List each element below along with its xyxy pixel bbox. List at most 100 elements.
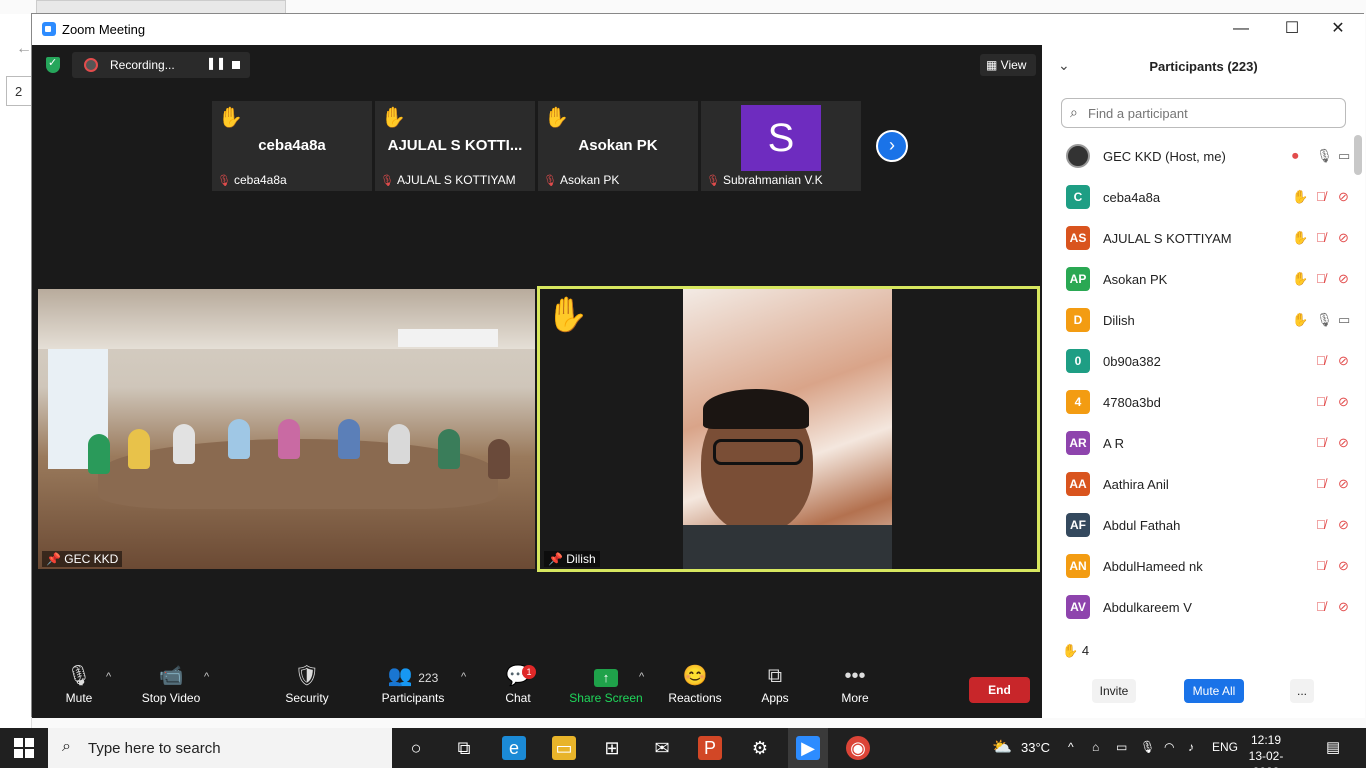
mail-icon[interactable]: ✉	[650, 736, 674, 760]
participant-row[interactable]: 4 4780a3bd 🎙̸ ⊘	[1042, 382, 1354, 423]
chrome-icon[interactable]: ◉	[846, 736, 870, 760]
microphone-muted-icon[interactable]: 🎙̸	[1316, 476, 1326, 491]
edge-icon[interactable]: e	[502, 736, 526, 760]
cortana-icon[interactable]: ○	[404, 736, 428, 760]
back-arrow-icon[interactable]: ←	[16, 40, 32, 58]
maximize-button[interactable]: ☐	[1269, 18, 1315, 40]
participant-row[interactable]: D Dilish ✋ 🎙 ▭	[1042, 300, 1354, 341]
share-options-caret-icon[interactable]: ^	[639, 671, 644, 683]
participant-row[interactable]: AS AJULAL S KOTTIYAM ✋ 🎙̸ ⊘	[1042, 218, 1354, 259]
volume-icon[interactable]: ♪	[1188, 740, 1194, 754]
next-page-button[interactable]: ›	[876, 130, 908, 162]
participant-row[interactable]: Cceba4a8a ✋ 🎙̸ ⊘	[1042, 177, 1354, 218]
camera-off-icon[interactable]: ⊘	[1338, 189, 1349, 205]
page-number-field[interactable]: 2	[6, 76, 32, 106]
system-clock[interactable]: 12:19 13-02-2022	[1236, 732, 1296, 768]
pause-recording-button[interactable]: ❚❚	[206, 56, 226, 70]
microphone-icon[interactable]: 🎙	[1316, 148, 1333, 164]
camera-off-icon[interactable]: ⊘	[1338, 476, 1349, 492]
close-button[interactable]: ✕	[1315, 18, 1361, 40]
participant-row[interactable]: 0 0b90a382 🎙̸ ⊘	[1042, 341, 1354, 382]
windows-start-button[interactable]	[14, 738, 34, 758]
encryption-shield-icon[interactable]	[46, 56, 60, 73]
camera-off-icon[interactable]: ⊘	[1338, 353, 1349, 369]
microphone-muted-icon[interactable]: 🎙̸	[1316, 517, 1326, 532]
video-tile-gec-kkd[interactable]: 📌 GEC KKD	[38, 289, 535, 569]
participant-avatar: AP	[1066, 267, 1090, 291]
thumbnail-tile[interactable]: ✋ AJULAL S KOTTI... 🎙 AJULAL S KOTTIYAM	[375, 101, 535, 191]
weather-icon[interactable]: ⛅	[992, 737, 1012, 757]
camera-off-icon[interactable]: ⊘	[1338, 230, 1349, 246]
more-button[interactable]: ••• More	[838, 661, 872, 718]
thumbnail-tile[interactable]: ✋ ceba4a8a 🎙 ceba4a8a	[212, 101, 372, 191]
participant-row[interactable]: AN AbdulHameed nk 🎙̸ ⊘	[1042, 546, 1354, 587]
mute-all-button[interactable]: Mute All	[1184, 679, 1244, 703]
microphone-muted-icon[interactable]: 🎙̸	[1316, 394, 1326, 409]
weather-temperature[interactable]: 33°C	[1021, 740, 1050, 755]
stop-recording-button[interactable]	[232, 61, 240, 69]
apps-button[interactable]: ⧉ Apps	[756, 661, 794, 718]
microphone-muted-icon[interactable]: 🎙̸	[1316, 353, 1326, 368]
microsoft-store-icon[interactable]: ⊞	[600, 736, 624, 760]
camera-off-icon[interactable]: ⊘	[1338, 394, 1349, 410]
reactions-button[interactable]: 😊 Reactions	[666, 661, 724, 718]
more-options-button[interactable]: ...	[1290, 679, 1314, 703]
powerpoint-icon[interactable]: P	[698, 736, 722, 760]
camera-off-icon[interactable]: ⊘	[1338, 558, 1349, 574]
minimize-button[interactable]: —	[1218, 18, 1264, 40]
background-tab[interactable]	[36, 0, 286, 14]
participant-status-icons: 🎙̸ ⊘	[1274, 476, 1354, 494]
participants-button[interactable]: 👥 223 Participants	[378, 661, 448, 718]
thumbnail-tile[interactable]: S 🎙 Subrahmanian V.K	[701, 101, 861, 191]
camera-icon[interactable]: ▭	[1338, 312, 1350, 328]
notifications-icon[interactable]: ▤	[1326, 738, 1340, 756]
participant-row[interactable]: AA Aathira Anil 🎙̸ ⊘	[1042, 464, 1354, 505]
task-view-icon[interactable]: ⧉	[452, 736, 476, 760]
microphone-muted-icon[interactable]: 🎙̸	[1316, 271, 1326, 286]
participant-row[interactable]: AV Abdulkareem V 🎙̸ ⊘	[1042, 587, 1354, 628]
zoom-taskbar-icon[interactable]: ▶	[796, 736, 820, 760]
invite-button[interactable]: Invite	[1092, 679, 1136, 703]
stop-video-button[interactable]: 📹 Stop Video	[138, 661, 204, 718]
thumbnail-tile[interactable]: ✋ Asokan PK 🎙 Asokan PK	[538, 101, 698, 191]
file-explorer-icon[interactable]: ▭	[552, 736, 576, 760]
participant-row[interactable]: AP Asokan PK ✋ 🎙̸ ⊘	[1042, 259, 1354, 300]
end-meeting-button[interactable]: End	[969, 677, 1030, 703]
battery-icon[interactable]: ▭	[1116, 740, 1127, 754]
participant-status-icons: 🎙̸ ⊘	[1274, 435, 1354, 453]
microphone-muted-icon[interactable]: 🎙̸	[1316, 230, 1326, 245]
microphone-tray-icon[interactable]: 🎙	[1140, 740, 1155, 754]
microphone-muted-icon[interactable]: 🎙̸	[1316, 599, 1326, 614]
show-hidden-icons-chevron-icon[interactable]: ^	[1068, 740, 1074, 754]
input-language[interactable]: ENG	[1212, 740, 1238, 754]
chat-button[interactable]: 💬 1 Chat	[500, 661, 536, 718]
settings-gear-icon[interactable]: ⚙	[748, 736, 772, 760]
camera-off-icon[interactable]: ⊘	[1338, 517, 1349, 533]
security-button[interactable]: 🛡 Security	[281, 661, 333, 718]
microphone-muted-icon[interactable]: 🎙̸	[1316, 435, 1326, 450]
mute-button[interactable]: 🎙 Mute	[54, 661, 104, 718]
camera-off-icon[interactable]: ⊘	[1338, 435, 1349, 451]
taskbar-search-box[interactable]: ⌕ Type here to search	[48, 728, 392, 768]
participants-caret-icon[interactable]: ^	[461, 671, 466, 683]
network-icon[interactable]: ⌂	[1092, 740, 1099, 754]
participant-row[interactable]: AF Abdul Fathah 🎙̸ ⊘	[1042, 505, 1354, 546]
camera-icon[interactable]: ▭	[1338, 148, 1350, 164]
video-tile-dilish[interactable]: ✋ 📌 Dilish	[537, 286, 1040, 572]
panel-scrollbar[interactable]	[1354, 135, 1362, 175]
camera-off-icon[interactable]: ⊘	[1338, 271, 1349, 287]
audio-options-caret-icon[interactable]: ^	[106, 671, 111, 683]
share-screen-button[interactable]: ↑ Share Screen	[568, 661, 644, 718]
view-button[interactable]: ▦ View	[980, 54, 1036, 76]
microphone-muted-icon[interactable]: 🎙̸	[1316, 558, 1326, 573]
participants-panel: ⌄ Participants (223) ⌕ GEC KKD (Host, me…	[1042, 45, 1365, 718]
participant-row[interactable]: GEC KKD (Host, me) ⏺ 🎙 ▭	[1042, 136, 1354, 177]
participant-search-input[interactable]	[1088, 103, 1338, 123]
camera-off-icon[interactable]: ⊘	[1338, 599, 1349, 615]
microphone-icon[interactable]: 🎙	[1316, 312, 1333, 328]
microphone-muted-icon[interactable]: 🎙̸	[1316, 189, 1326, 204]
video-options-caret-icon[interactable]: ^	[204, 671, 209, 683]
wifi-icon[interactable]: ◠	[1164, 740, 1174, 754]
participant-search[interactable]: ⌕	[1061, 98, 1346, 128]
participant-row[interactable]: AR A R 🎙̸ ⊘	[1042, 423, 1354, 464]
